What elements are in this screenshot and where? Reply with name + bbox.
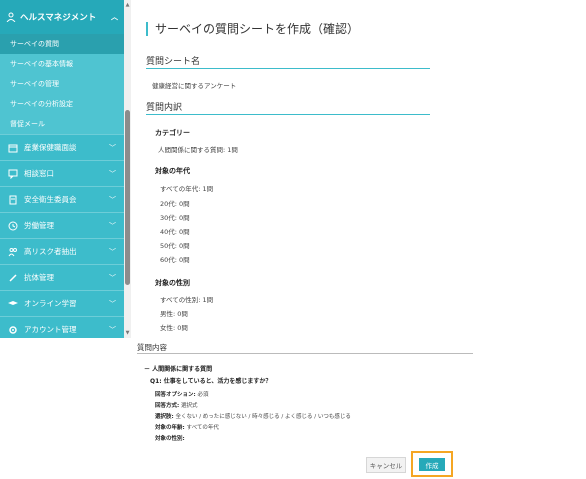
choices-value: 全くない / めったに感じない / 時々感じる / よく感じる / いつも感じる (175, 414, 351, 420)
age-label: 対象の年代 (155, 167, 190, 175)
age-value: すべての年代: 1問 (160, 185, 214, 193)
gear-icon (8, 325, 18, 335)
sidebar: ヘルスマネジメント ︿ サーベイの質問 サーベイの基本情報 サーベイの管理 サー… (0, 0, 124, 338)
detail-heading: 質問内容 (137, 343, 167, 352)
scroll-down-arrow-icon[interactable]: ▼ (124, 330, 131, 336)
contents-heading: 質問内訳 (146, 103, 183, 113)
sidebar-item-label: オンライン学習 (24, 299, 77, 308)
target-age-label: 対象の年齢: (155, 425, 185, 431)
sidebar-item-antibody-management[interactable]: 抗体管理 ﹀ (0, 264, 124, 290)
chevron-down-icon: ﹀ (109, 273, 116, 282)
divider (146, 68, 430, 69)
sidebar-item-account-management[interactable]: アカウント管理 ﹀ (0, 316, 124, 338)
sidebar-item-label: 高リスク者抽出 (24, 247, 77, 256)
age-value: 20代: 0問 (160, 200, 190, 208)
people-icon (8, 247, 18, 257)
sidebar-item-label: 産業保健職面談 (24, 143, 77, 152)
gender-value: 女性: 0問 (160, 324, 188, 332)
gender-value: すべての性別: 1問 (160, 296, 214, 304)
gender-value: 男性: 0問 (160, 310, 188, 318)
sidebar-item-high-risk-extraction[interactable]: 高リスク者抽出 ﹀ (0, 238, 124, 264)
clock-icon (8, 221, 18, 231)
heart-person-icon (6, 12, 16, 22)
chevron-down-icon: ﹀ (109, 325, 116, 334)
create-button[interactable]: 作成 (419, 458, 445, 471)
age-value: 60代: 0問 (160, 256, 190, 264)
sidebar-header-health-management[interactable]: ヘルスマネジメント ︿ (0, 0, 124, 34)
syringe-icon (8, 273, 18, 283)
sidebar-header-label: ヘルスマネジメント (20, 13, 97, 23)
age-value: 50代: 0問 (160, 242, 190, 250)
cancel-button[interactable]: キャンセル (366, 457, 406, 473)
sidebar-subitem-survey-basic-info[interactable]: サーベイの基本情報 (0, 54, 124, 74)
sidebar-item-label: 相談窓口 (24, 169, 54, 178)
sheet-name-heading: 質問シート名 (146, 57, 201, 67)
divider (137, 353, 473, 354)
chevron-down-icon: ﹀ (109, 299, 116, 308)
sidebar-item-consultation[interactable]: 相談窓口 ﹀ (0, 160, 124, 186)
chat-icon (8, 169, 18, 179)
page-title: サーベイの質問シートを作成（確認） (146, 22, 359, 36)
scroll-up-arrow-icon[interactable]: ▲ (124, 2, 131, 8)
answer-method-label: 回答方式: (155, 403, 180, 409)
age-value: 30代: 0問 (160, 214, 190, 222)
sidebar-item-label: 労働管理 (24, 221, 54, 230)
choices-label: 選択肢: (155, 414, 174, 420)
create-button-highlight: 作成 (411, 451, 453, 477)
chevron-up-icon: ︿ (111, 13, 118, 21)
chevron-down-icon: ﹀ (109, 195, 116, 204)
target-gender-label: 対象の性別: (155, 436, 185, 442)
divider (146, 114, 430, 115)
age-value: 40代: 0問 (160, 228, 190, 236)
sidebar-subitem-survey-management[interactable]: サーベイの管理 (0, 74, 124, 94)
answer-option-label: 回答オプション: (155, 392, 196, 398)
sidebar-item-labor-management[interactable]: 労働管理 ﹀ (0, 212, 124, 238)
sidebar-item-label: アカウント管理 (24, 325, 77, 334)
document-icon (8, 195, 18, 205)
sidebar-subitem-survey-questions[interactable]: サーベイの質問 (0, 34, 124, 54)
answer-option-value: 必須 (197, 392, 209, 398)
question-text: Q1: 仕事をしていると、活力を感じますか？ (150, 378, 272, 385)
sidebar-item-label: 安全衛生委員会 (24, 195, 77, 204)
answer-method-value: 選択式 (180, 403, 198, 409)
sidebar-item-occupational-health[interactable]: 産業保健職面談 ﹀ (0, 134, 124, 160)
scrollbar-thumb[interactable] (125, 110, 130, 285)
sheet-name-value: 健康経営に関するアンケート (152, 82, 237, 90)
sidebar-item-safety-committee[interactable]: 安全衛生委員会 ﹀ (0, 186, 124, 212)
sidebar-subitem-reminder-mail[interactable]: 督促メール (0, 114, 124, 134)
target-age-value: すべての年代 (186, 425, 219, 431)
chevron-down-icon: ﹀ (109, 169, 116, 178)
category-label: カテゴリー (155, 129, 190, 137)
sidebar-subitem-survey-analysis[interactable]: サーベイの分析設定 (0, 94, 124, 114)
sidebar-item-label: 抗体管理 (24, 273, 54, 282)
calendar-icon (8, 143, 18, 153)
sidebar-scrollbar[interactable]: ▲ ▼ (124, 0, 131, 338)
gender-label: 対象の性別 (155, 279, 190, 287)
chevron-down-icon: ﹀ (109, 143, 116, 152)
chevron-down-icon: ﹀ (109, 247, 116, 256)
graduation-cap-icon (8, 299, 18, 309)
sidebar-item-online-learning[interactable]: オンライン学習 ﹀ (0, 290, 124, 316)
question-group-toggle[interactable]: － 人間関係に関する質問 (144, 364, 212, 373)
chevron-down-icon: ﹀ (109, 221, 116, 230)
category-value: 人間関係に関する質問: 1問 (158, 146, 238, 154)
